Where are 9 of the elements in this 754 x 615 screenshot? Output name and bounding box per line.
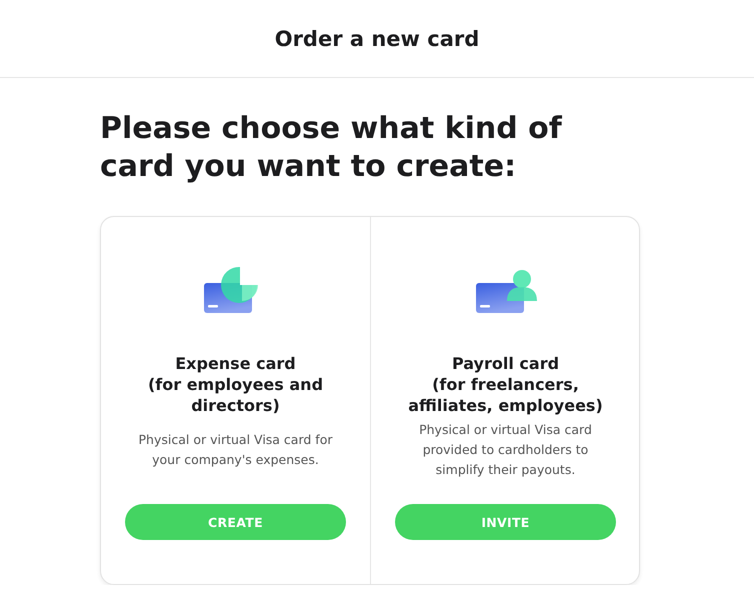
card-type-description: Physical or virtual Visa card for your company's expenses. [138,431,332,469]
card-type-description: Physical or virtual Visa card provided to cardholders to simplify their payouts. [419,421,592,479]
create-button[interactable]: CREATE [125,504,346,540]
card-type-title: Payroll card (for freelancers, affiliates, employees) [408,353,603,417]
card-type-title: Expense card (for employees and directors) [148,353,324,417]
page-title: Order a new card [274,26,480,50]
invite-button[interactable]: INVITE [395,504,616,540]
page-heading: Please choose what kind of card you want to create: [100,110,563,186]
card-person-icon [474,269,538,313]
